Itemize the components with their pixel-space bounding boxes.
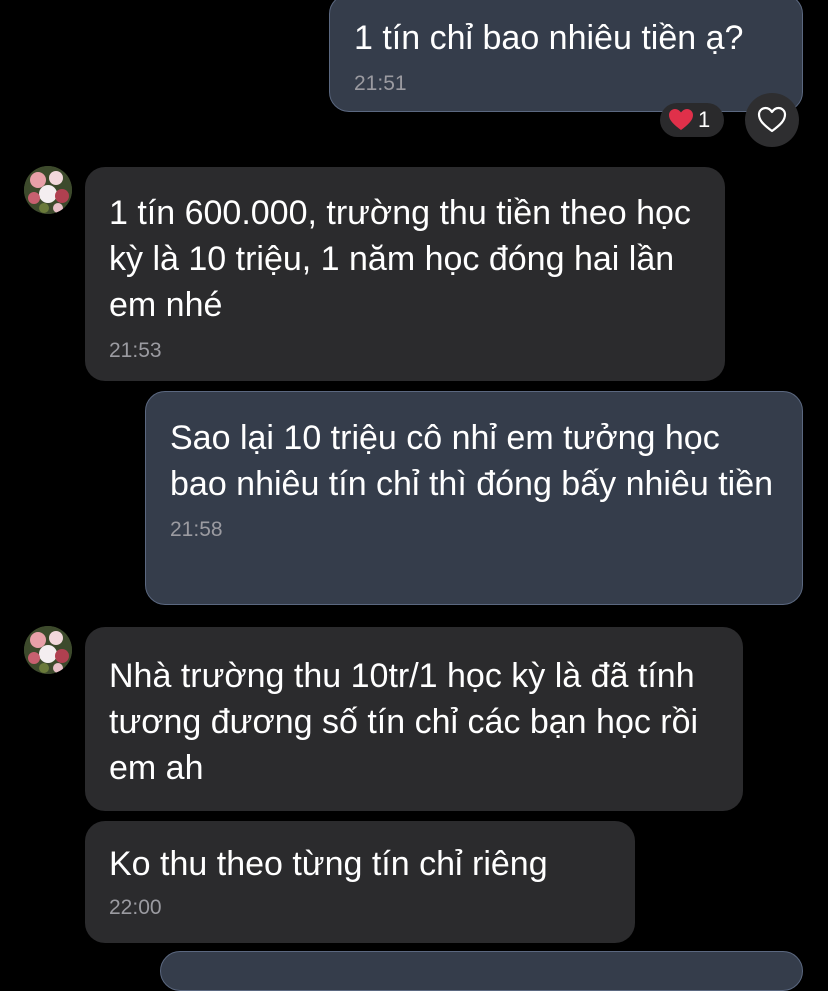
message-bubble-outgoing[interactable]	[160, 951, 803, 991]
message-time: 21:51	[354, 72, 407, 95]
message-bubble-incoming[interactable]: 1 tín 600.000, trường thu tiền theo học …	[85, 167, 725, 381]
heart-outline-icon	[757, 106, 787, 134]
avatar[interactable]	[24, 626, 72, 674]
like-button[interactable]	[745, 93, 799, 147]
message-text: 1 tín chỉ bao nhiêu tiền ạ?	[354, 19, 744, 57]
chat-thread: 1 tín chỉ bao nhiêu tiền ạ? 21:51 1 1 tí…	[0, 0, 828, 991]
reaction-count: 1	[698, 107, 711, 132]
message-time: 21:58	[170, 518, 223, 541]
message-text: Sao lại 10 triệu cô nhỉ em tưởng học bao…	[170, 419, 774, 503]
message-text: 1 tín 600.000, trường thu tiền theo học …	[109, 194, 691, 324]
message-bubble-outgoing[interactable]: 1 tín chỉ bao nhiêu tiền ạ? 21:51	[329, 0, 803, 112]
message-bubble-outgoing[interactable]: Sao lại 10 triệu cô nhỉ em tưởng học bao…	[145, 391, 803, 605]
reaction-badge[interactable]: 1	[660, 103, 724, 137]
message-bubble-incoming[interactable]: Ko thu theo từng tín chỉ riêng 22:00	[85, 821, 635, 943]
message-time: 21:53	[109, 339, 162, 362]
message-text: Ko thu theo từng tín chỉ riêng	[109, 845, 548, 883]
heart-icon	[668, 108, 694, 132]
message-bubble-incoming[interactable]: Nhà trường thu 10tr/1 học kỳ là đã tính …	[85, 627, 743, 811]
message-time: 22:00	[109, 896, 162, 919]
message-text: Nhà trường thu 10tr/1 học kỳ là đã tính …	[109, 657, 699, 787]
avatar[interactable]	[24, 166, 72, 214]
